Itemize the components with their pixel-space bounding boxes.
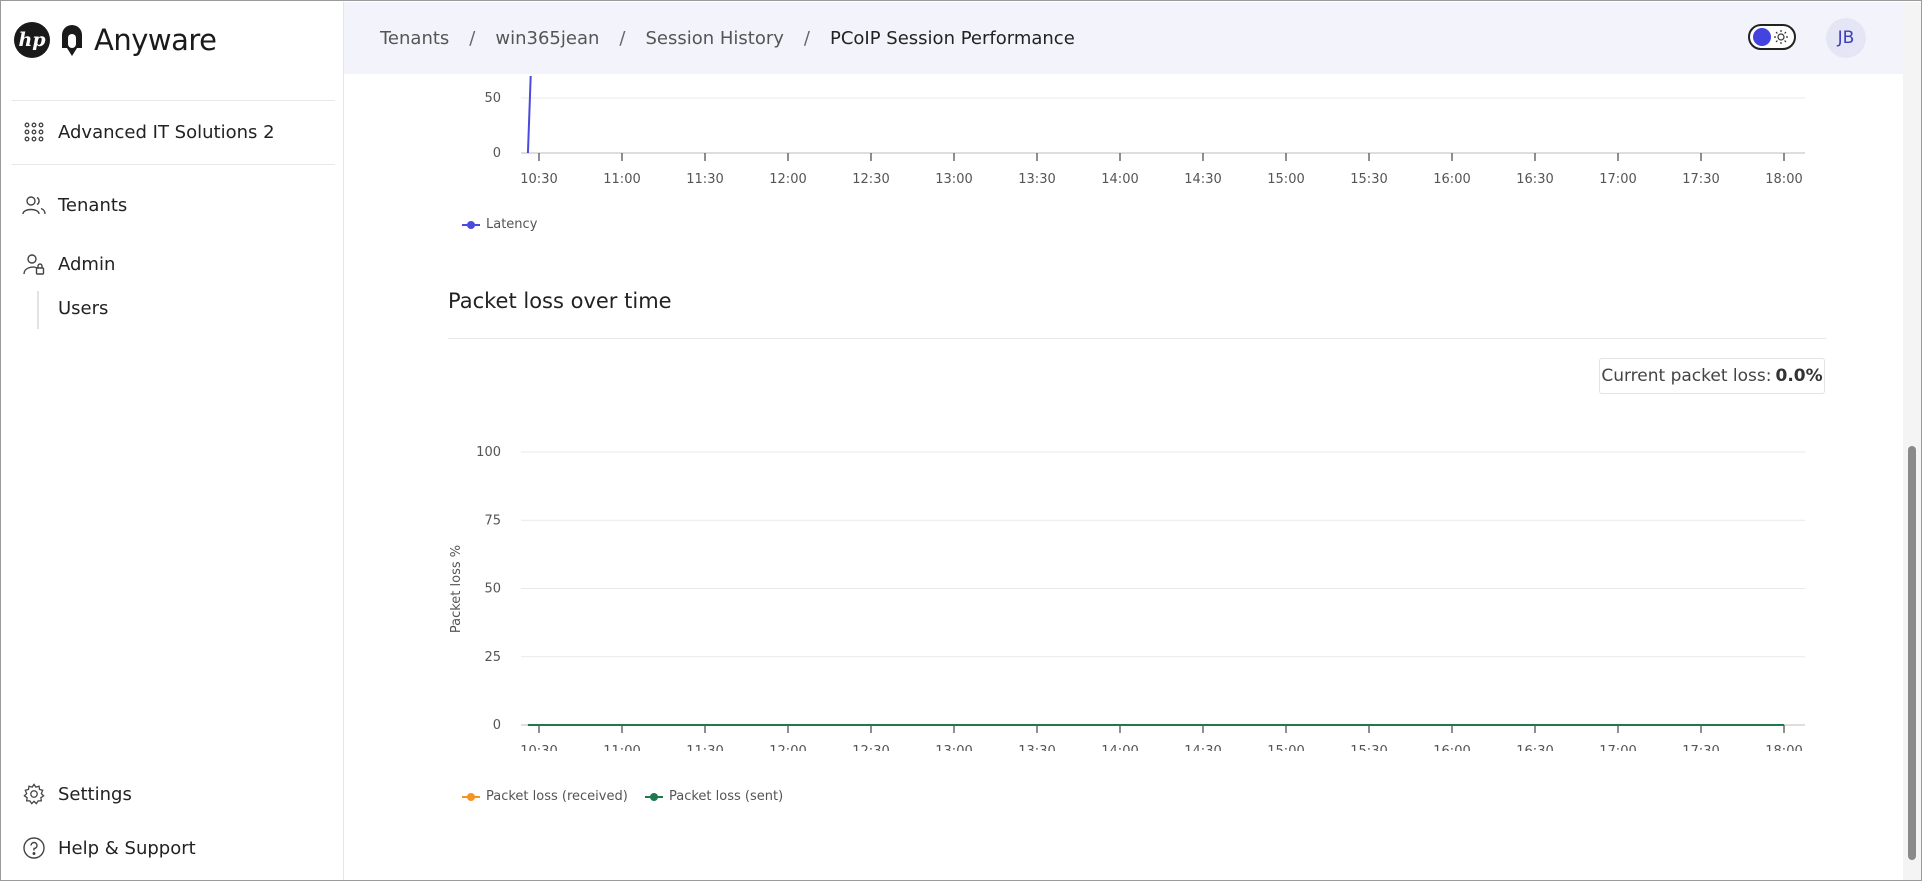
submenu-line: [37, 291, 39, 329]
current-packet-loss-box: Current packet loss: 0.0%: [1599, 358, 1825, 394]
sidebar-item-label: Tenants: [58, 194, 128, 216]
x-tick-label: 17:30: [1682, 172, 1719, 187]
sidebar-item-label: Help & Support: [58, 837, 196, 859]
sidebar-item-label: Settings: [58, 783, 132, 805]
divider: [12, 100, 335, 101]
x-tick-label: 14:00: [1101, 172, 1138, 187]
users-icon: [22, 193, 46, 217]
y-tick-label: 25: [484, 650, 501, 665]
y-tick-label: 75: [484, 513, 501, 528]
y-tick-label: 100: [476, 445, 501, 460]
toggle-knob: [1753, 28, 1771, 46]
x-tick-label: 13:30: [1018, 172, 1055, 187]
x-tick-label: 11:00: [603, 744, 640, 751]
x-tick-label: 15:30: [1350, 172, 1387, 187]
metric-label: Current packet loss:: [1601, 366, 1772, 386]
x-tick-label: 11:30: [686, 172, 723, 187]
x-tick-label: 12:30: [852, 744, 889, 751]
y-tick-label: 50: [484, 582, 501, 597]
brand-name: Anyware: [94, 23, 217, 57]
breadcrumb-current: PCoIP Session Performance: [829, 28, 1075, 49]
x-tick-label: 12:30: [852, 172, 889, 187]
divider: [448, 338, 1826, 339]
breadcrumb-separator: /: [803, 28, 810, 49]
x-tick-label: 10:30: [520, 172, 557, 187]
divider: [12, 164, 335, 165]
legend-packet-loss-received[interactable]: Packet loss (received): [462, 789, 628, 804]
breadcrumb-session-history[interactable]: Session History: [645, 28, 783, 49]
x-tick-label: 12:00: [769, 172, 806, 187]
top-bar: Tenants / win365jean / Session History /…: [344, 2, 1903, 74]
x-tick-label: 16:30: [1516, 172, 1553, 187]
legend-packet-loss-sent[interactable]: Packet loss (sent): [645, 789, 783, 804]
x-tick-label: 15:00: [1267, 172, 1304, 187]
x-tick-label: 13:00: [935, 172, 972, 187]
y-axis-label: Packet loss %: [449, 545, 464, 633]
sidebar-item-label: Admin: [58, 253, 116, 275]
x-tick-label: 10:30: [520, 744, 557, 751]
breadcrumb-tenants[interactable]: Tenants: [380, 28, 449, 49]
x-tick-label: 17:30: [1682, 744, 1719, 751]
sidebar-item-label: Advanced IT Solutions 2: [58, 121, 275, 143]
x-tick-label: 18:00: [1765, 172, 1802, 187]
brand[interactable]: hp Anyware: [14, 20, 217, 60]
scrollbar-thumb[interactable]: [1908, 446, 1916, 860]
y-tick-label: 0: [493, 718, 501, 733]
x-tick-label: 17:00: [1599, 744, 1636, 751]
legend-label: Packet loss (sent): [669, 789, 784, 804]
sidebar-item-help[interactable]: Help & Support: [22, 836, 196, 860]
section-title: Packet loss over time: [448, 289, 672, 313]
x-tick-label: 15:00: [1267, 744, 1304, 751]
x-tick-label: 13:00: [935, 744, 972, 751]
latency-chart: 0 50 10:30 11:00 11:30 12:00 12:30 13:00 13:30 14…: [484, 75, 1805, 187]
latency-series-line: [526, 75, 532, 154]
x-tick-label: 18:00: [1765, 744, 1802, 751]
sidebar-item-label: Users: [58, 298, 109, 319]
x-tick-label: 12:00: [769, 744, 806, 751]
app-window: hp Anyware Advanced IT Solutions 2 Tenan…: [0, 0, 1922, 881]
sun-icon: [1774, 30, 1788, 44]
theme-toggle[interactable]: [1748, 24, 1796, 50]
sidebar-item-settings[interactable]: Settings: [22, 782, 132, 806]
gear-icon: [22, 782, 46, 806]
breadcrumb: Tenants / win365jean / Session History /…: [380, 28, 1075, 49]
x-tick-label: 14:30: [1184, 172, 1221, 187]
x-tick-label: 13:30: [1018, 744, 1055, 751]
breadcrumb-tenant[interactable]: win365jean: [495, 28, 599, 49]
packet-loss-chart: 0 25 50 75 100 Packet loss % 10:30 11:00 11:30 12…: [449, 445, 1805, 751]
x-tick-label: 16:00: [1433, 744, 1470, 751]
x-tick-label: 15:30: [1350, 744, 1387, 751]
x-tick-label: 14:00: [1101, 744, 1138, 751]
legend-label: Packet loss (received): [486, 789, 628, 804]
sidebar: hp Anyware Advanced IT Solutions 2 Tenan…: [2, 2, 344, 880]
breadcrumb-separator: /: [619, 28, 626, 49]
y-tick-label: 0: [493, 146, 501, 161]
legend-marker: [462, 792, 480, 802]
avatar[interactable]: JB: [1826, 18, 1866, 58]
sidebar-item-users[interactable]: Users: [58, 298, 108, 319]
x-tick-label: 16:30: [1516, 744, 1553, 751]
apps-grid-icon: [22, 120, 46, 144]
legend-latency[interactable]: Latency: [462, 217, 537, 232]
hp-logo: hp: [14, 22, 50, 58]
x-tick-label: 16:00: [1433, 172, 1470, 187]
metric-value: 0.0%: [1775, 366, 1823, 386]
page-scrollbar[interactable]: [1903, 2, 1921, 880]
sidebar-item-admin[interactable]: Admin: [22, 252, 115, 276]
y-tick-label: 50: [484, 91, 501, 106]
legend-label: Latency: [486, 217, 538, 232]
sidebar-item-tenants[interactable]: Tenants: [22, 193, 127, 217]
breadcrumb-separator: /: [469, 28, 476, 49]
legend-marker: [645, 792, 663, 802]
user-lock-icon: [22, 252, 46, 276]
x-tick-label: 11:00: [603, 172, 640, 187]
legend-marker: [462, 220, 480, 230]
sidebar-item-organization[interactable]: Advanced IT Solutions 2: [22, 120, 275, 144]
x-tick-label: 14:30: [1184, 744, 1221, 751]
x-tick-label: 17:00: [1599, 172, 1636, 187]
anyware-logo-icon: [62, 25, 82, 56]
help-circle-icon: [22, 836, 46, 860]
x-tick-label: 11:30: [686, 744, 723, 751]
